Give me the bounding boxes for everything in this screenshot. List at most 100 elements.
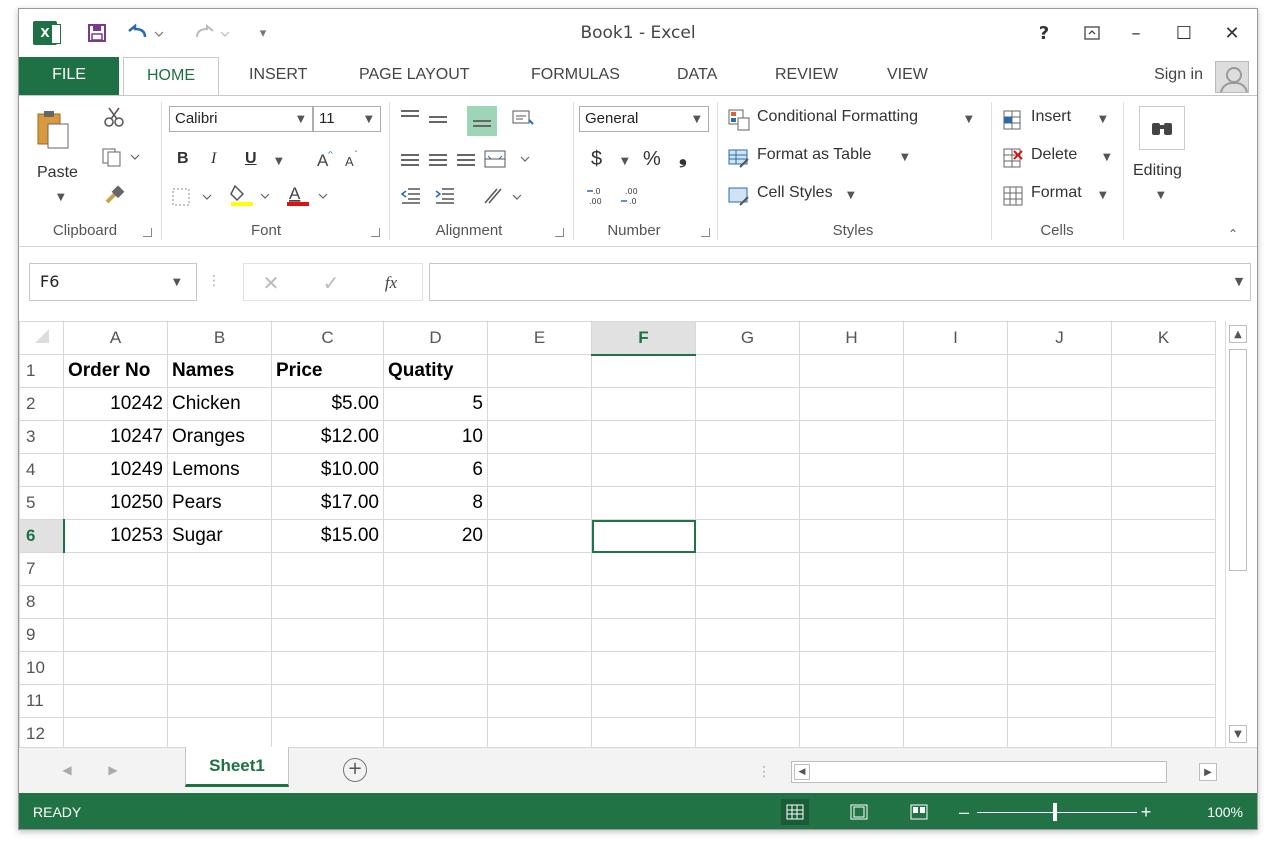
cell-g8[interactable] [695, 585, 800, 619]
cell-j6[interactable] [1007, 519, 1112, 553]
cell-i1[interactable] [903, 354, 1008, 388]
cell-d6[interactable]: 20 [383, 519, 488, 553]
cell-g6[interactable] [695, 519, 800, 553]
cell-f11[interactable] [591, 684, 696, 718]
column-header-d[interactable]: D [383, 321, 488, 355]
cell-b3[interactable]: Oranges [167, 420, 272, 454]
column-header-j[interactable]: J [1007, 321, 1112, 355]
cell-a9[interactable] [63, 618, 168, 652]
increase-decimal-icon[interactable]: .0.00 [585, 184, 611, 208]
row-header[interactable]: 2 [19, 387, 64, 421]
cell-j8[interactable] [1007, 585, 1112, 619]
expand-formula-bar-icon[interactable]: ▼ [1231, 273, 1247, 289]
cell-b2[interactable]: Chicken [167, 387, 272, 421]
cell-c7[interactable] [271, 552, 384, 586]
cell-h10[interactable] [799, 651, 904, 685]
row-header[interactable]: 11 [19, 684, 64, 718]
cell-h7[interactable] [799, 552, 904, 586]
cell-e9[interactable] [487, 618, 592, 652]
cell-k2[interactable] [1111, 387, 1216, 421]
select-all-corner[interactable] [19, 321, 64, 355]
cell-j10[interactable] [1007, 651, 1112, 685]
tab-view[interactable]: VIEW [887, 57, 928, 95]
cell-k11[interactable] [1111, 684, 1216, 718]
cell-c5[interactable]: $17.00 [271, 486, 384, 520]
avatar[interactable] [1215, 61, 1249, 93]
orientation-icon[interactable] [509, 106, 537, 132]
cell-a5[interactable]: 10250 [63, 486, 168, 520]
cell-d12[interactable] [383, 717, 488, 747]
cell-e4[interactable] [487, 453, 592, 487]
percent-style-button[interactable]: % [643, 148, 661, 171]
cell-e6[interactable] [487, 519, 592, 553]
cell-d3[interactable]: 10 [383, 420, 488, 454]
cell-i4[interactable] [903, 453, 1008, 487]
page-break-view-icon[interactable] [905, 799, 933, 825]
conditional-formatting-dropdown-icon[interactable]: ▼ [965, 114, 973, 125]
row-header[interactable]: 4 [19, 453, 64, 487]
paste-icon[interactable] [33, 108, 73, 152]
formula-input[interactable] [429, 263, 1251, 301]
font-size-dropdown-icon[interactable]: ▼ [365, 114, 373, 125]
borders-icon[interactable] [171, 186, 213, 208]
maximize-button[interactable]: ☐ [1169, 19, 1199, 47]
help-button[interactable]: ? [1029, 19, 1059, 47]
cell-d10[interactable] [383, 651, 488, 685]
binoculars-icon[interactable] [1139, 106, 1185, 150]
row-header[interactable]: 1 [19, 354, 64, 388]
cell-j1[interactable] [1007, 354, 1112, 388]
decrease-decimal-icon[interactable]: .00.0 [619, 184, 645, 208]
cell-e8[interactable] [487, 585, 592, 619]
cell-f9[interactable] [591, 618, 696, 652]
underline-dropdown-icon[interactable]: ▼ [275, 156, 283, 167]
cell-g3[interactable] [695, 420, 800, 454]
align-center-icon[interactable] [429, 154, 447, 166]
column-header-k[interactable]: K [1111, 321, 1216, 355]
cell-a6[interactable]: 10253 [63, 519, 168, 553]
column-header-f[interactable]: F [591, 321, 696, 356]
cell-b10[interactable] [167, 651, 272, 685]
cell-j5[interactable] [1007, 486, 1112, 520]
fill-color-icon[interactable] [229, 182, 273, 208]
format-as-table-button[interactable]: Format as Table [757, 146, 871, 164]
zoom-out-button[interactable]: – [957, 802, 971, 822]
cell-c6[interactable]: $15.00 [271, 519, 384, 553]
tab-split-grip-icon[interactable]: ⋮ [757, 762, 771, 782]
cell-h3[interactable] [799, 420, 904, 454]
column-header-e[interactable]: E [487, 321, 592, 355]
cell-h9[interactable] [799, 618, 904, 652]
cell-k7[interactable] [1111, 552, 1216, 586]
cell-d2[interactable]: 5 [383, 387, 488, 421]
alignment-launcher-icon[interactable] [555, 228, 564, 237]
paste-label[interactable]: Paste [37, 164, 78, 182]
cell-i9[interactable] [903, 618, 1008, 652]
cell-a10[interactable] [63, 651, 168, 685]
cell-g2[interactable] [695, 387, 800, 421]
cell-h6[interactable] [799, 519, 904, 553]
cell-a8[interactable] [63, 585, 168, 619]
cell-c2[interactable]: $5.00 [271, 387, 384, 421]
tab-formulas[interactable]: FORMULAS [531, 57, 620, 95]
scroll-left-icon[interactable]: ◀ [794, 764, 810, 780]
decrease-indent-icon[interactable] [399, 184, 423, 208]
cell-c11[interactable] [271, 684, 384, 718]
number-format-dropdown-icon[interactable]: ▼ [693, 114, 701, 125]
sign-in-link[interactable]: Sign in [1154, 57, 1203, 93]
font-launcher-icon[interactable] [371, 228, 380, 237]
cell-c9[interactable] [271, 618, 384, 652]
add-sheet-icon[interactable]: + [343, 758, 367, 782]
cell-b6[interactable]: Sugar [167, 519, 272, 553]
cell-h11[interactable] [799, 684, 904, 718]
row-header[interactable]: 7 [19, 552, 64, 586]
cell-j4[interactable] [1007, 453, 1112, 487]
scroll-up-icon[interactable]: ▲ [1229, 325, 1247, 343]
cell-a7[interactable] [63, 552, 168, 586]
editing-dropdown-icon[interactable]: ▼ [1157, 190, 1165, 201]
cell-styles-button[interactable]: Cell Styles [757, 184, 833, 202]
insert-dropdown-icon[interactable]: ▼ [1099, 114, 1107, 125]
conditional-formatting-icon[interactable] [727, 108, 751, 132]
align-middle-icon[interactable] [429, 116, 447, 126]
cell-g1[interactable] [695, 354, 800, 388]
cancel-icon[interactable]: ✕ [258, 270, 284, 296]
font-name-dropdown-icon[interactable]: ▼ [297, 114, 305, 125]
